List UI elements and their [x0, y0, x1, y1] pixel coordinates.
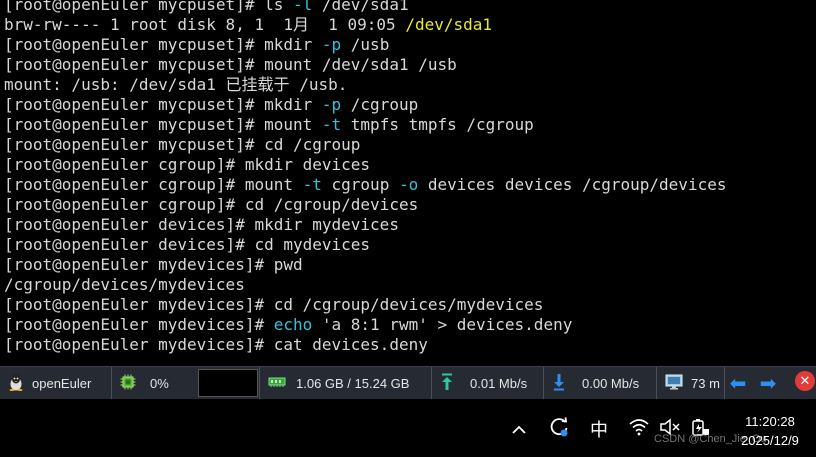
terminal-text-segment: [root@openEuler mycpuset]# mkdir [4, 35, 322, 54]
clock-date: 2025/12/9 [741, 433, 799, 448]
terminal-line: [root@openEuler devices]# cd mydevices [4, 235, 370, 255]
terminal-line: [root@openEuler cgroup]# cd /cgroup/devi… [4, 195, 418, 215]
terminal-line: [root@openEuler mydevices]# cd /cgroup/d… [4, 295, 543, 315]
terminal-text-segment: -t [302, 175, 322, 194]
system-clock[interactable]: 11:20:28 2025/12/9 [728, 412, 812, 450]
memory-usage-value: 1.06 GB / 15.24 GB [296, 376, 410, 391]
terminal-text-segment: [root@openEuler devices]# cd mydevices [4, 235, 371, 254]
terminal-text-segment: devices devices /cgroup/devices [418, 175, 727, 194]
terminal-output[interactable]: [root@openEuler mycpuset]# ls -l /dev/sd… [0, 0, 816, 365]
linux-penguin-icon [8, 373, 26, 394]
terminal-line: [root@openEuler mycpuset]# mkdir -p /cgr… [4, 95, 418, 115]
terminal-text-segment: [root@openEuler mycpuset]# mount /dev/sd… [4, 55, 457, 74]
upload-arrow-icon [440, 373, 456, 394]
terminal-text-segment: -t [321, 115, 342, 134]
terminal-line: [root@openEuler mydevices]# pwd [4, 255, 303, 275]
terminal-line: mount: /usb: /dev/sda1 已挂载于 /usb. [4, 75, 347, 95]
terminal-text-segment: -p [321, 95, 342, 114]
arrow-left-icon: ⬅ [729, 370, 747, 395]
uptime-value: 73 m [691, 376, 720, 391]
terminal-line: [root@openEuler mycpuset]# ls -l /dev/sd… [4, 0, 409, 15]
terminal-text-segment: echo [273, 315, 313, 334]
network-button[interactable] [626, 414, 652, 444]
terminal-text-segment: [root@openEuler mycpuset]# ls [4, 0, 293, 14]
sync-refresh-icon [548, 416, 570, 442]
wifi-icon [628, 418, 650, 440]
terminal-text-segment: /dev/sda1 [405, 15, 493, 34]
terminal-text-segment: /cgroup/devices/mydevices [4, 275, 245, 294]
terminal-text-segment: [root@openEuler mydevices]# cat devices.… [4, 335, 428, 354]
sync-status-button[interactable] [546, 414, 572, 444]
terminal-line: [root@openEuler cgroup]# mkdir devices [4, 155, 370, 175]
clock-time: 11:20:28 [745, 414, 795, 429]
terminal-line: /cgroup/devices/mydevices [4, 275, 245, 295]
terminal-text-segment: [root@openEuler cgroup]# mkdir devices [4, 155, 371, 174]
terminal-text-segment: tmpfs tmpfs /cgroup [341, 115, 534, 134]
uptime-segment[interactable]: 73 m [657, 367, 725, 400]
terminal-text-segment: /usb [341, 35, 390, 54]
terminal-text-segment: [root@openEuler mycpuset]# cd /cgroup [4, 135, 361, 154]
session-name: openEuler [32, 376, 92, 391]
terminal-text-segment: brw-rw---- 1 root disk 8, 1 1月 1 09:05 [4, 15, 406, 34]
download-arrow-icon [552, 373, 568, 394]
terminal-line: [root@openEuler mycpuset]# mount -t tmpf… [4, 115, 534, 135]
upload-segment[interactable]: 0.01 Mb/s [432, 367, 544, 400]
terminal-text-segment: /dev/sda1 [312, 0, 409, 14]
cpu-chip-icon [120, 374, 138, 393]
terminal-text-segment: [root@openEuler mycpuset]# mount [4, 115, 322, 134]
terminal-text-segment: [root@openEuler mydevices]# cd /cgroup/d… [4, 295, 544, 314]
terminal-line: [root@openEuler mycpuset]# mount /dev/sd… [4, 55, 457, 75]
memory-segment[interactable]: 1.06 GB / 15.24 GB [260, 367, 432, 400]
upload-speed-value: 0.01 Mb/s [470, 376, 528, 391]
terminal-text-segment: cgroup [321, 175, 399, 194]
show-hidden-icons-button[interactable] [507, 414, 531, 444]
terminal-text-segment: 'a 8:1 rwm' > devices.deny [312, 315, 573, 334]
scroll-left-button[interactable]: ⬅ [727, 366, 749, 399]
monitor-icon [665, 374, 685, 393]
terminal-line: [root@openEuler mycpuset]# cd /cgroup [4, 135, 360, 155]
download-segment[interactable]: 0.00 Mb/s [544, 367, 657, 400]
input-method-label: 中 [590, 420, 608, 441]
terminal-line: [root@openEuler mycpuset]# mkdir -p /usb [4, 35, 389, 55]
terminal-text-segment: -p [321, 35, 342, 54]
terminal-line: [root@openEuler mydevices]# cat devices.… [4, 335, 428, 355]
terminal-line: [root@openEuler devices]# mkdir mydevice… [4, 215, 399, 235]
arrow-right-icon: ➡ [759, 370, 777, 395]
close-button[interactable]: ✕ [795, 371, 815, 391]
terminal-text-segment: [root@openEuler mycpuset]# mkdir [4, 95, 322, 114]
terminal-text-segment: -o [398, 175, 419, 194]
terminal-line: brw-rw---- 1 root disk 8, 1 1月 1 09:05 /… [4, 15, 492, 35]
input-method-indicator[interactable]: 中 [586, 414, 612, 444]
terminal-line: [root@openEuler cgroup]# mount -t cgroup… [4, 175, 726, 195]
terminal-text-segment: [root@openEuler cgroup]# mount [4, 175, 303, 194]
terminal-text-segment: [root@openEuler cgroup]# cd /cgroup/devi… [4, 195, 419, 214]
scroll-right-button[interactable]: ➡ [757, 366, 779, 399]
cpu-usage-value: 0% [150, 376, 169, 391]
terminal-text-segment: [root@openEuler mydevices]# pwd [4, 255, 303, 274]
terminal-text-segment: /cgroup [341, 95, 419, 114]
memory-icon [268, 376, 288, 391]
cpu-usage-graph [198, 369, 258, 397]
terminal-text-segment: [root@openEuler devices]# mkdir mydevice… [4, 215, 399, 234]
chevron-up-icon [512, 419, 526, 440]
close-icon: ✕ [799, 373, 811, 389]
terminal-text-segment: -l [292, 0, 313, 14]
download-speed-value: 0.00 Mb/s [582, 376, 640, 391]
status-bar: openEuler 0% 1.06 GB / 15.24 GB 0.01 Mb/… [0, 366, 816, 400]
terminal-text-segment: mount: /usb: /dev/sda1 已挂载于 /usb. [4, 75, 348, 94]
terminal-text-segment: [root@openEuler mydevices]# [4, 315, 274, 334]
terminal-line: [root@openEuler mydevices]# echo 'a 8:1 … [4, 315, 572, 335]
session-segment[interactable]: openEuler [0, 367, 112, 400]
